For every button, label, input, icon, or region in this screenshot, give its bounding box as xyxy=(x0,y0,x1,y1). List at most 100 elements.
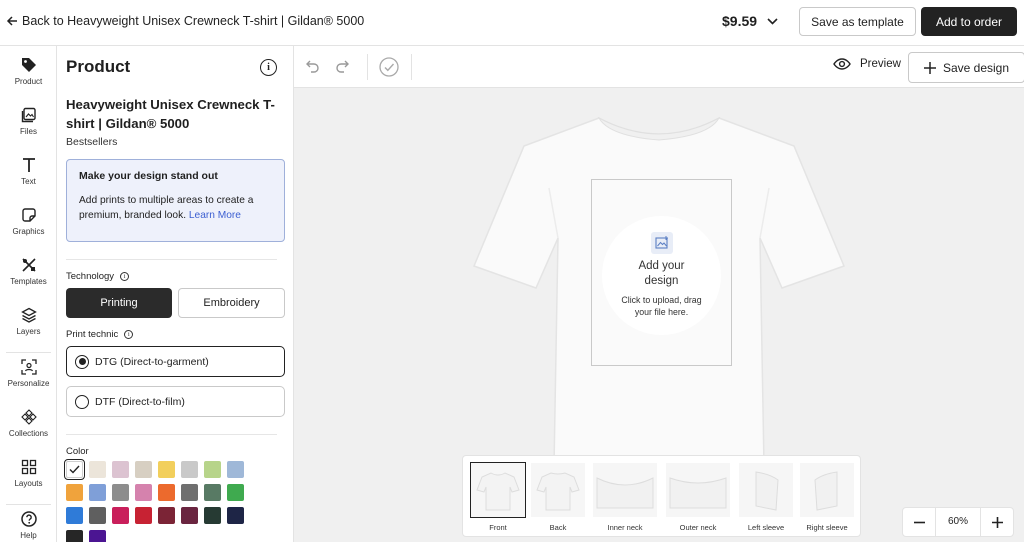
thumb-left-sleeve xyxy=(739,463,793,517)
price-dropdown[interactable]: $9.59 xyxy=(722,13,778,29)
color-swatch[interactable] xyxy=(227,484,244,501)
tag-icon xyxy=(21,58,36,72)
rail-item-files[interactable]: Files xyxy=(0,104,57,152)
tool-rail: Product Files Text Graphics Templates La… xyxy=(0,46,57,542)
rail-item-product[interactable]: Product xyxy=(0,54,57,102)
promo-body: Add prints to multiple areas to create a… xyxy=(79,193,272,223)
image-add-icon xyxy=(650,232,673,254)
preview-button[interactable]: Preview xyxy=(833,58,901,70)
upload-title: Add your design xyxy=(638,260,685,287)
view-back[interactable]: Back xyxy=(530,463,586,532)
color-swatch[interactable] xyxy=(158,484,175,501)
color-swatch[interactable] xyxy=(204,484,221,501)
color-swatch[interactable] xyxy=(89,484,106,501)
thumb-back xyxy=(531,463,585,517)
product-category: Bestsellers xyxy=(66,136,118,148)
view-label: Right sleeve xyxy=(806,523,848,532)
color-swatch[interactable] xyxy=(135,461,152,478)
rail-item-help[interactable]: Help xyxy=(0,508,57,556)
rail-item-graphics[interactable]: Graphics xyxy=(0,204,57,252)
collections-icon xyxy=(20,409,37,425)
thumb-outer-neck xyxy=(666,463,730,517)
color-swatch[interactable] xyxy=(181,461,198,478)
view-label: Inner neck xyxy=(607,523,643,532)
color-swatch[interactable] xyxy=(89,461,106,478)
eye-icon xyxy=(833,58,851,70)
color-swatch[interactable] xyxy=(135,507,152,524)
color-swatch[interactable] xyxy=(227,507,244,524)
rail-label: Collections xyxy=(8,429,49,438)
divider xyxy=(66,259,277,260)
color-swatch[interactable] xyxy=(66,507,83,524)
graphics-icon xyxy=(21,208,36,222)
color-swatch[interactable] xyxy=(89,530,106,542)
color-swatch[interactable] xyxy=(158,507,175,524)
rail-label: Personalize xyxy=(7,379,50,388)
redo-icon[interactable] xyxy=(334,58,350,74)
undo-icon[interactable] xyxy=(305,58,321,74)
rail-label: Layouts xyxy=(14,479,43,488)
color-swatch[interactable] xyxy=(204,461,221,478)
personalize-icon xyxy=(20,359,37,375)
save-as-template-button[interactable]: Save as template xyxy=(799,7,916,36)
technology-printing-button[interactable]: Printing xyxy=(66,288,172,318)
save-design-label: Save design xyxy=(942,60,1010,75)
color-label: Color xyxy=(66,446,89,457)
divider xyxy=(66,434,277,435)
text-icon xyxy=(22,158,35,172)
rail-label: Help xyxy=(20,531,37,540)
color-swatch[interactable] xyxy=(135,484,152,501)
view-front[interactable]: Front xyxy=(470,462,526,532)
learn-more-link[interactable]: Learn More xyxy=(189,210,241,221)
color-swatch[interactable] xyxy=(204,507,221,524)
rail-item-personalize[interactable]: Personalize xyxy=(0,356,57,404)
color-swatch[interactable] xyxy=(112,507,129,524)
back-link[interactable]: Back to Heavyweight Unisex Crewneck T-sh… xyxy=(6,14,364,28)
color-swatch[interactable] xyxy=(66,530,83,542)
color-swatch[interactable] xyxy=(64,459,85,480)
zoom-in-button[interactable] xyxy=(981,508,1013,536)
info-icon[interactable]: i xyxy=(260,59,277,76)
view-label: Back xyxy=(549,523,567,532)
color-swatch[interactable] xyxy=(112,484,129,501)
zoom-out-button[interactable] xyxy=(903,508,935,536)
rail-item-templates[interactable]: Templates xyxy=(0,254,57,302)
print-technic-dtg-option[interactable]: DTG (Direct-to-garment) xyxy=(66,346,285,377)
rail-divider xyxy=(6,352,51,353)
templates-icon xyxy=(21,258,36,272)
technology-label: Technology i xyxy=(66,271,130,282)
color-swatch[interactable] xyxy=(181,484,198,501)
add-to-order-button[interactable]: Add to order xyxy=(921,7,1017,36)
color-swatch[interactable] xyxy=(181,507,198,524)
rail-item-text[interactable]: Text xyxy=(0,154,57,202)
color-swatch[interactable] xyxy=(66,484,83,501)
view-label: Left sleeve xyxy=(747,523,785,532)
view-inner-neck[interactable]: Inner neck xyxy=(593,463,657,532)
view-selector: Front Back Inner neck Outer neck Left sl… xyxy=(462,455,861,537)
rail-item-collections[interactable]: Collections xyxy=(0,406,57,454)
check-circle-icon[interactable] xyxy=(379,57,399,77)
save-design-button[interactable]: Save design xyxy=(908,52,1024,83)
upload-design-dropzone[interactable]: Add your design Click to upload, drag yo… xyxy=(602,216,721,335)
color-swatch[interactable] xyxy=(112,461,129,478)
view-left-sleeve[interactable]: Left sleeve xyxy=(738,463,794,532)
promo-title: Make your design stand out xyxy=(79,170,218,182)
technology-embroidery-button[interactable]: Embroidery xyxy=(178,288,285,318)
rail-item-layers[interactable]: Layers xyxy=(0,304,57,352)
rail-label: Layers xyxy=(16,327,41,336)
color-swatch[interactable] xyxy=(158,461,175,478)
option-label: DTG (Direct-to-garment) xyxy=(95,355,209,368)
minus-icon xyxy=(913,521,925,523)
view-right-sleeve[interactable]: Right sleeve xyxy=(799,463,855,532)
view-outer-neck[interactable]: Outer neck xyxy=(666,463,730,532)
print-technic-label-text: Print technic xyxy=(66,329,119,340)
rail-label: Product xyxy=(14,77,43,86)
product-panel: Product i Heavyweight Unisex Crewneck T-… xyxy=(57,46,294,542)
option-label: DTF (Direct-to-film) xyxy=(95,395,185,408)
info-icon[interactable]: i xyxy=(124,330,134,339)
color-swatch[interactable] xyxy=(89,507,106,524)
print-technic-dtf-option[interactable]: DTF (Direct-to-film) xyxy=(66,386,285,417)
rail-item-layouts[interactable]: Layouts xyxy=(0,456,57,504)
color-swatch[interactable] xyxy=(227,461,244,478)
info-icon[interactable]: i xyxy=(120,272,130,281)
